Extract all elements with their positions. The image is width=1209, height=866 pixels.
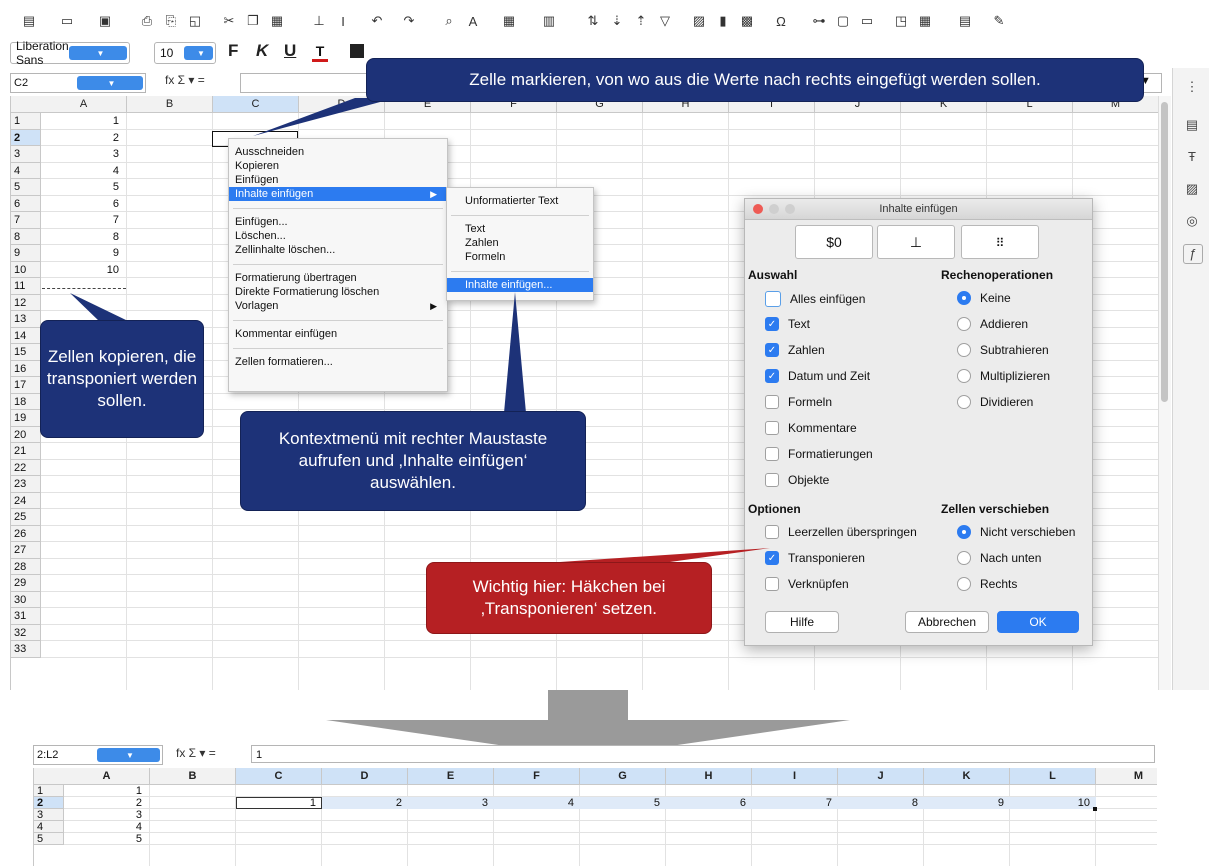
cell-row2-j[interactable]: 8 xyxy=(838,797,918,809)
grid-line xyxy=(149,785,150,866)
select-all-corner[interactable] xyxy=(34,768,65,785)
row-header-3[interactable]: 3 xyxy=(34,809,64,821)
pointer-left xyxy=(70,293,130,322)
column-header-c[interactable]: C xyxy=(236,768,322,785)
chevron-down-icon[interactable]: ▼ xyxy=(97,748,160,762)
cell-row2-g[interactable]: 5 xyxy=(580,797,660,809)
cell-row2-c[interactable]: 1 xyxy=(236,797,316,809)
column-header-a[interactable]: A xyxy=(64,768,150,785)
cell-a4[interactable]: 4 xyxy=(64,821,142,833)
fill-handle[interactable] xyxy=(1093,807,1097,811)
callout-transpose: Wichtig hier: Häkchen bei ‚Transponieren… xyxy=(426,562,712,634)
grid-line xyxy=(64,832,1157,833)
cell-row2-i[interactable]: 7 xyxy=(752,797,832,809)
cell-row2-k[interactable]: 9 xyxy=(924,797,1004,809)
column-header-l[interactable]: L xyxy=(1010,768,1096,785)
name-box-value: 2:L2 xyxy=(37,749,59,761)
cell-row2-f[interactable]: 4 xyxy=(494,797,574,809)
callout-copy-cells: Zellen kopieren, die transponiert werden… xyxy=(40,320,204,438)
column-header-j[interactable]: J xyxy=(838,768,924,785)
cell-a3[interactable]: 3 xyxy=(64,809,142,821)
grid-line xyxy=(64,820,1157,821)
row-header-1[interactable]: 1 xyxy=(34,785,64,797)
pointer-middle xyxy=(504,292,526,413)
cell-a1[interactable]: 1 xyxy=(64,785,142,797)
column-header-g[interactable]: G xyxy=(580,768,666,785)
column-header-d[interactable]: D xyxy=(322,768,408,785)
cell-a5[interactable]: 5 xyxy=(64,833,142,845)
arrow-shaft xyxy=(548,690,628,720)
callout-select-cell: Zelle markieren, von wo aus die Werte na… xyxy=(366,58,1144,102)
cell-a2[interactable]: 2 xyxy=(64,797,142,809)
grid-line xyxy=(64,844,1157,845)
cell-row2-l[interactable]: 10 xyxy=(1010,797,1090,809)
row-header-4[interactable]: 4 xyxy=(34,821,64,833)
cell-row2-e[interactable]: 3 xyxy=(408,797,488,809)
column-header-m[interactable]: M xyxy=(1096,768,1157,785)
row-header-5[interactable]: 5 xyxy=(34,833,64,845)
column-header-i[interactable]: I xyxy=(752,768,838,785)
formula-input-result[interactable]: 1 xyxy=(251,745,1155,763)
cell-row2-h[interactable]: 6 xyxy=(666,797,746,809)
column-header-k[interactable]: K xyxy=(924,768,1010,785)
callout-context-menu: Kontextmenü mit rechter Maustaste aufruf… xyxy=(240,411,586,511)
cell-row2-d[interactable]: 2 xyxy=(322,797,402,809)
column-header-h[interactable]: H xyxy=(666,768,752,785)
column-header-f[interactable]: F xyxy=(494,768,580,785)
row-header-2[interactable]: 2 xyxy=(34,797,64,809)
pointer-top xyxy=(253,98,395,136)
name-box-result[interactable]: 2:L2 ▼ xyxy=(33,745,163,765)
function-wizard-icons[interactable]: fx Σ ▾ = xyxy=(176,746,216,760)
spreadsheet-grid-result[interactable]: A B C D E F G H I J K L M 1 2 3 4 5 1 2 3 4 5 1 2 3 4 5 6 7 8 9 10 xyxy=(33,768,1157,866)
column-header-b[interactable]: B xyxy=(150,768,236,785)
column-header-e[interactable]: E xyxy=(408,768,494,785)
